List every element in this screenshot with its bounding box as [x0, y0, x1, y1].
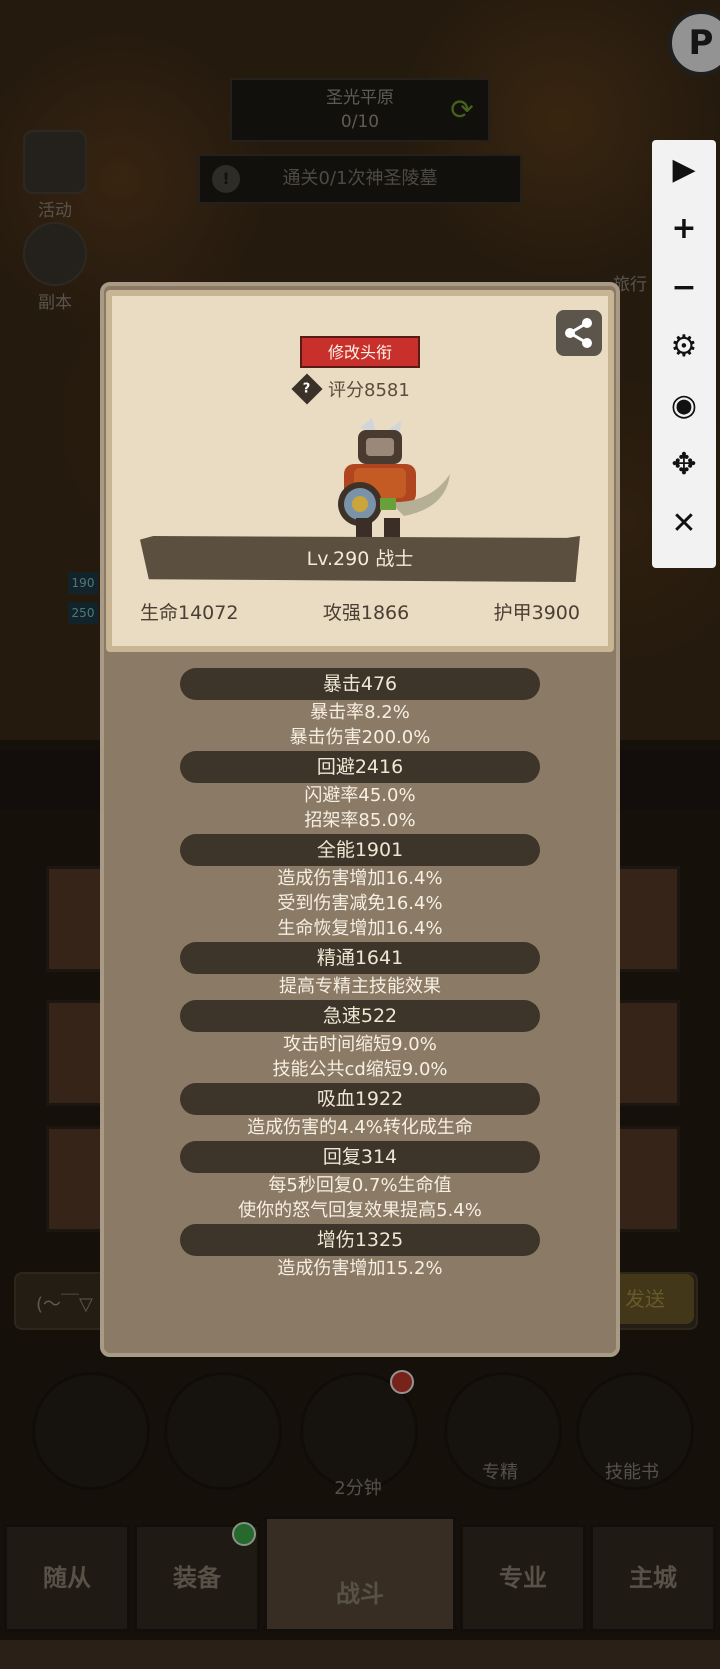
stat-detail: 提高专精主技能效果 — [279, 976, 441, 997]
stat-header: 增伤1325 — [180, 1224, 540, 1256]
stat-detail: 受到伤害减免16.4% — [277, 893, 443, 914]
attack-stat: 攻强1866 — [322, 602, 410, 624]
stat-list: 暴击476 暴击率8.2% 暴击伤害200.0% 回避2416 闪避率45.0% 招架率8… — [100, 668, 620, 1282]
basic-stats: 生命14072 攻强1866 护甲3900 — [140, 598, 580, 625]
stat-group: 急速522 攻击时间缩短9.0% 技能公共cd缩短9.0% — [100, 1000, 620, 1082]
edit-title-button[interactable]: 修改头衔 — [300, 336, 420, 368]
stat-detail: 生命恢复增加16.4% — [277, 918, 443, 939]
stat-group: 暴击476 暴击率8.2% 暴击伤害200.0% — [100, 668, 620, 750]
stat-detail: 闪避率45.0% — [304, 785, 416, 806]
stat-detail: 暴击率8.2% — [310, 702, 410, 723]
stat-detail: 攻击时间缩短9.0% — [283, 1034, 437, 1055]
eye-icon[interactable]: ◉ — [652, 376, 716, 435]
stat-header: 回避2416 — [180, 751, 540, 783]
stat-header: 回复314 — [180, 1141, 540, 1173]
stat-header: 全能1901 — [180, 834, 540, 866]
level-class-bar: Lv.290 战士 — [140, 536, 580, 582]
hp-stat: 生命14072 — [140, 602, 239, 624]
stat-detail: 招架率85.0% — [304, 810, 416, 831]
stat-detail: 造成伤害增加15.2% — [277, 1258, 443, 1279]
stat-detail: 使你的怒气回复效果提高5.4% — [238, 1200, 482, 1221]
move-icon[interactable]: ✥ — [652, 435, 716, 494]
stat-group: 回复314 每5秒回复0.7%生命值使你的怒气回复效果提高5.4% — [100, 1141, 620, 1223]
stat-group: 增伤1325 造成伤害增加15.2% — [100, 1224, 620, 1281]
stat-header: 暴击476 — [180, 668, 540, 700]
stat-detail: 暴击伤害200.0% — [289, 727, 431, 748]
zoom-out-icon[interactable]: − — [652, 258, 716, 317]
zoom-in-icon[interactable]: + — [652, 199, 716, 258]
stat-detail: 造成伤害的4.4%转化成生命 — [247, 1117, 473, 1138]
stat-group: 全能1901 造成伤害增加16.4% 受到伤害减免16.4% 生命恢复增加16.4% — [100, 834, 620, 941]
floating-toolbar: ▶ + − ⚙ ◉ ✥ ✕ — [652, 140, 716, 568]
stat-header: 急速522 — [180, 1000, 540, 1032]
stat-detail: 造成伤害增加16.4% — [277, 868, 443, 889]
stat-detail: 每5秒回复0.7%生命值 — [268, 1175, 452, 1196]
stat-header: 吸血1922 — [180, 1083, 540, 1115]
stat-group: 回避2416 闪避率45.0% 招架率85.0% — [100, 751, 620, 833]
share-button[interactable] — [556, 310, 602, 356]
share-icon — [565, 318, 592, 348]
gear-icon[interactable]: ⚙ — [652, 317, 716, 376]
close-icon[interactable]: ✕ — [652, 494, 716, 553]
stat-detail: 技能公共cd缩短9.0% — [272, 1059, 448, 1080]
warrior-avatar — [338, 418, 450, 538]
stat-group: 吸血1922 造成伤害的4.4%转化成生命 — [100, 1083, 620, 1140]
stat-group: 精通1641 提高专精主技能效果 — [100, 942, 620, 999]
play-icon[interactable]: ▶ — [652, 140, 716, 199]
stat-header: 精通1641 — [180, 942, 540, 974]
score: ? 评分8581 — [291, 373, 410, 405]
score-text: 评分8581 — [328, 380, 410, 401]
help-icon[interactable]: ? — [291, 373, 323, 405]
armor-stat: 护甲3900 — [493, 602, 580, 624]
